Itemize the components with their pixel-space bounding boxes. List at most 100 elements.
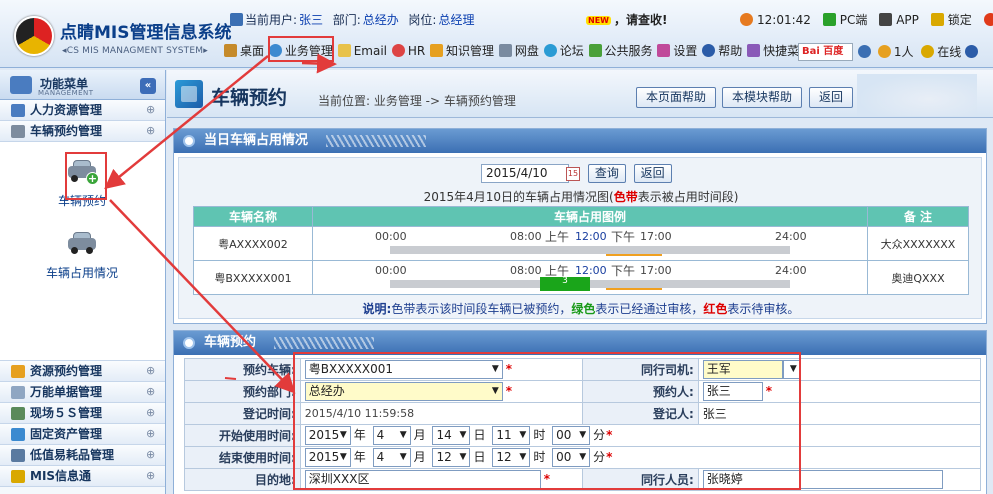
sidebar-item-label[interactable]: MIS信息通 xyxy=(30,469,91,483)
nav-desktop[interactable]: 桌面 xyxy=(224,42,264,59)
submenu-label[interactable]: 车辆占用情况 xyxy=(12,264,152,281)
page-help-button[interactable]: 本页面帮助 xyxy=(636,87,717,108)
pc-label[interactable]: PC端 xyxy=(840,13,868,27)
nav-help[interactable]: 帮助 xyxy=(702,42,742,59)
nav-label[interactable]: 网盘 xyxy=(515,44,539,58)
sidebar-item-label[interactable]: 车辆预约管理 xyxy=(30,124,102,138)
back-button[interactable]: 返回 xyxy=(809,87,854,108)
submenu-vehicle-usage[interactable]: 车辆占用情况 xyxy=(12,226,152,281)
nav-netdisk[interactable]: 网盘 xyxy=(498,42,539,59)
car-icon[interactable] xyxy=(66,230,98,254)
page-title: 车辆预约 xyxy=(211,87,288,109)
sidebar-item-label[interactable]: 人力资源管理 xyxy=(30,103,102,117)
timeline: 00:00 08:00 上午 12:00 下午 17:00 24:00 xyxy=(313,227,867,260)
sidebar-item-mis[interactable]: MIS信息通 ⊕ xyxy=(0,466,165,487)
sidebar-item-consumables[interactable]: 低值易耗品管理 ⊕ xyxy=(0,445,165,466)
sidebar-item-label[interactable]: 万能单据管理 xyxy=(30,385,102,399)
caption-highlight: 色带 xyxy=(613,190,638,204)
lock-link[interactable]: 锁定 xyxy=(930,13,976,27)
online-count[interactable]: 1人 xyxy=(894,45,914,59)
logo-emblem-icon xyxy=(14,16,54,56)
dept-label: 部门: xyxy=(332,13,361,27)
expand-icon[interactable]: ⊕ xyxy=(146,424,155,444)
message-notice[interactable]: NEW ，请查收! xyxy=(586,11,667,28)
usage-panel-header: 当日车辆占用情况 xyxy=(174,129,986,153)
expand-icon[interactable]: ⊕ xyxy=(146,121,155,141)
nav-label[interactable]: 公共服务 xyxy=(605,44,653,58)
sidebar-item-label[interactable]: 固定资产管理 xyxy=(30,427,102,441)
sidebar: 功能菜单 MANAGEMENT « 人力资源管理 ⊕ 车辆预约管理 ⊕ + 车辆… xyxy=(0,70,166,494)
sidebar-item-documents[interactable]: 万能单据管理 ⊕ xyxy=(0,382,165,403)
nav-label[interactable]: 桌面 xyxy=(240,44,264,58)
online-status: 1人 在线 xyxy=(858,43,981,60)
sidebar-item-vehicle[interactable]: 车辆预约管理 ⊕ xyxy=(0,121,165,142)
pc-link[interactable]: PC端 xyxy=(822,13,872,27)
note-label: 说明: xyxy=(362,302,392,316)
usage-bar xyxy=(389,246,790,254)
nav-label[interactable]: 设置 xyxy=(673,44,697,58)
nav-forum[interactable]: 论坛 xyxy=(543,42,584,59)
sidebar-item-label[interactable]: 资源预约管理 xyxy=(30,364,102,378)
exit-link[interactable]: 退出 xyxy=(983,13,993,27)
settings-icon xyxy=(657,44,671,57)
usage-date-input[interactable]: 2015/4/10 xyxy=(481,164,569,183)
nav-hr[interactable]: HR xyxy=(391,44,425,58)
nav-public[interactable]: 公共服务 xyxy=(588,42,653,59)
sidebar-item-assets[interactable]: 固定资产管理 ⊕ xyxy=(0,424,165,445)
sidebar-item-hr[interactable]: 人力资源管理 ⊕ xyxy=(0,100,165,121)
usage-table: 车辆名称 车辆占用图例 备 注 粤AXXXX002 00:00 08:00 上午… xyxy=(193,206,970,295)
app-subtitle: ◂CS MIS MANAGMENT SYSTEM▸ xyxy=(62,46,208,56)
sidebar-item-resource[interactable]: 资源预约管理 ⊕ xyxy=(0,361,165,382)
expand-icon[interactable]: ⊕ xyxy=(146,403,155,423)
expand-icon[interactable]: ⊕ xyxy=(146,466,155,486)
note-text: 表示待审核。 xyxy=(727,302,800,316)
nav-label[interactable]: 帮助 xyxy=(718,44,742,58)
sidebar-header: 功能菜单 MANAGEMENT « xyxy=(0,70,165,100)
forum-icon xyxy=(543,44,557,57)
pending-marker xyxy=(389,288,790,290)
app-header: 点睛MIS管理信息系统 ◂CS MIS MANAGMENT SYSTEM▸ 当前… xyxy=(0,0,993,68)
nav-knowledge[interactable]: 知识管理 xyxy=(430,42,494,59)
documents-icon xyxy=(11,386,25,399)
col-usage-legend: 车辆占用图例 xyxy=(311,206,868,227)
calendar-icon[interactable]: 15 xyxy=(566,166,580,181)
nav-label[interactable]: HR xyxy=(408,44,425,58)
notice-text[interactable]: ，请查收! xyxy=(614,13,667,27)
nav-label[interactable]: 论坛 xyxy=(560,44,584,58)
user-info-bar: 当前用户: 张三 部门: 总经办 岗位: 总经理 xyxy=(230,11,476,28)
nav-email[interactable]: Email xyxy=(337,44,387,58)
usage-back-button[interactable]: 返回 xyxy=(633,164,672,183)
nav-label[interactable]: 知识管理 xyxy=(446,44,494,58)
time-label: 24:00 xyxy=(774,230,807,243)
time-label: 下午 xyxy=(610,264,635,278)
module-help-button[interactable]: 本模块帮助 xyxy=(722,87,803,108)
current-user-value: 张三 xyxy=(299,13,324,27)
baidu-search-box[interactable]: Bai 百度 xyxy=(798,43,853,61)
query-button[interactable]: 查询 xyxy=(587,164,626,183)
current-user-label: 当前用户: xyxy=(245,13,298,27)
sidebar-collapse-button[interactable]: « xyxy=(140,78,156,94)
highlight-booking-submenu xyxy=(65,152,107,200)
expand-icon[interactable]: ⊕ xyxy=(146,382,155,402)
chevron-down-icon[interactable] xyxy=(965,45,979,58)
sidebar-item-label[interactable]: 低值易耗品管理 xyxy=(30,448,114,462)
expand-icon[interactable]: ⊕ xyxy=(146,445,155,465)
clock: 12:01:42 xyxy=(740,13,815,27)
expand-icon[interactable]: ⊕ xyxy=(146,100,155,120)
vehicle-name-cell: 粤AXXXX002 xyxy=(193,226,313,261)
start-time-label: 开始使用时间: xyxy=(184,424,301,447)
sidebar-item-5s[interactable]: 现场５Ｓ管理 ⊕ xyxy=(0,403,165,424)
app-label[interactable]: APP xyxy=(896,13,919,27)
nav-settings[interactable]: 设置 xyxy=(657,42,697,59)
clock-time: 12:01:42 xyxy=(757,13,811,27)
sidebar-item-label[interactable]: 现场５Ｓ管理 xyxy=(30,406,102,420)
lock-label[interactable]: 锁定 xyxy=(948,13,972,27)
dept-value: 总经办 xyxy=(362,13,399,27)
nav-label[interactable]: Email xyxy=(354,44,387,58)
users-icon xyxy=(877,45,891,58)
search-icon[interactable] xyxy=(858,45,871,58)
online-label[interactable]: 在线 xyxy=(937,45,961,59)
expand-icon[interactable]: ⊕ xyxy=(146,361,155,381)
usage-legend-note: 说明:色带表示该时间段车辆已被预约，绿色表示已经通过审核，红色表示待审核。 xyxy=(179,300,983,317)
app-link[interactable]: APP xyxy=(879,13,923,27)
